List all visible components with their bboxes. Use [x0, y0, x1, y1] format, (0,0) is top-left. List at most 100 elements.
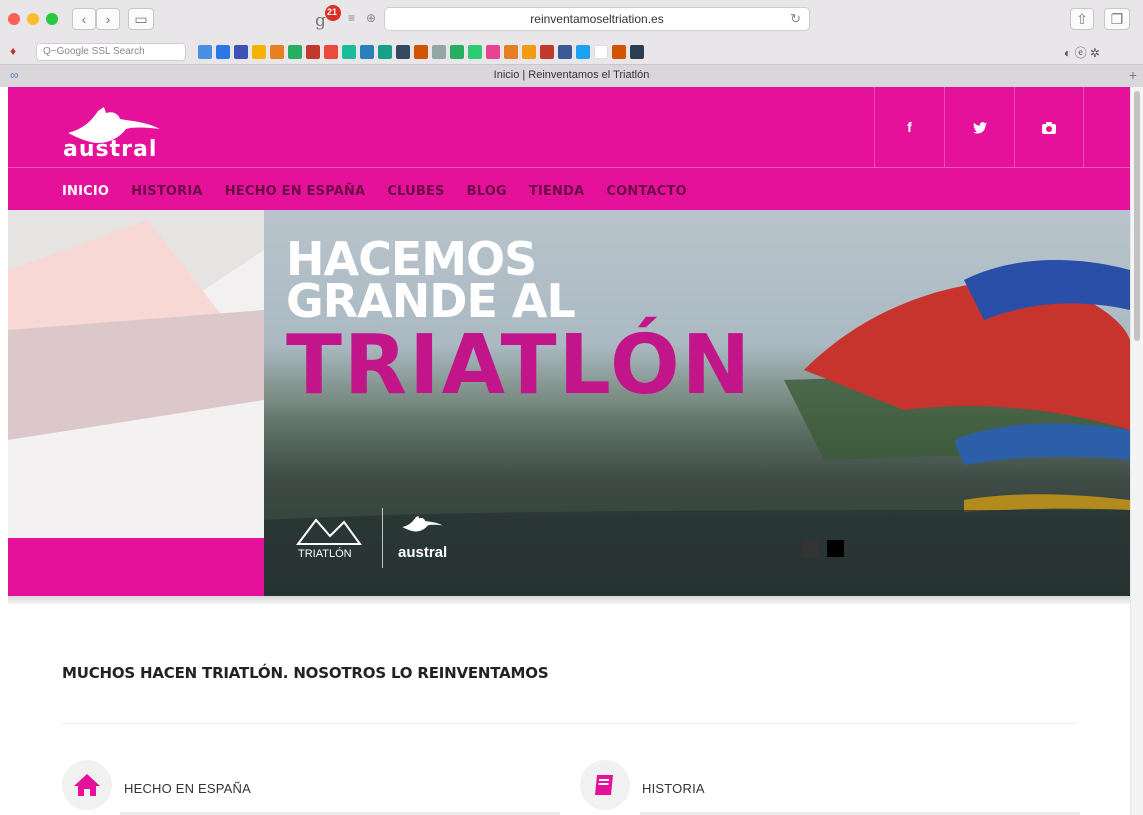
nav-clubes[interactable]: CLUBES [387, 184, 444, 199]
logo-separator [382, 508, 383, 568]
active-tab-title[interactable]: Inicio | Reinventamos el Triatlón [0, 69, 1143, 81]
reload-icon[interactable]: ↻ [790, 11, 801, 27]
bookmark-app-icon[interactable]: ♦ [10, 44, 16, 58]
bookmark-icon[interactable] [396, 45, 410, 59]
home-icon [74, 774, 100, 796]
bookmark-icon[interactable] [630, 45, 644, 59]
bookmark-icon[interactable] [252, 45, 266, 59]
browser-toolbar: ‹ › ▭ g 21 ≡ ⊕ reinventamoseltriation.es… [0, 0, 1143, 40]
camera-icon [1042, 122, 1056, 135]
federation-logo-icon [296, 518, 362, 545]
close-window-button[interactable] [8, 13, 20, 25]
bookmark-icon[interactable] [468, 45, 482, 59]
federation-logo: TRIATLÓN [294, 514, 364, 564]
logo-text[interactable]: austral [63, 137, 157, 162]
feature-icon-circle [62, 760, 112, 810]
slider-dots [802, 540, 844, 557]
url-text: reinventamoseltriation.es [530, 12, 664, 26]
hero-bottom-shadow [8, 596, 1130, 604]
address-bar[interactable]: reinventamoseltriation.es ↻ [384, 7, 810, 31]
section-title: MUCHOS HACEN TRIATLÓN. NOSOTROS LO REINV… [62, 664, 549, 682]
bookmark-icon[interactable] [234, 45, 248, 59]
hero-title-line3: TRIATLÓN [286, 318, 753, 413]
twitter-link[interactable] [944, 87, 1014, 167]
bookmark-icon[interactable] [360, 45, 374, 59]
bookmarks-bar: ♦ Q~Google SSL Search ◐ ⓔ ✲ [0, 40, 1143, 64]
site-header: austral f INICIO HISTORIA HECHO EN ESPAÑ… [8, 87, 1130, 210]
bookmark-icon[interactable] [306, 45, 320, 59]
austral-small-logo: austral [398, 514, 478, 564]
nav-inicio[interactable]: INICIO [62, 184, 109, 199]
scrollbar-thumb[interactable] [1134, 91, 1140, 341]
feature-historia[interactable]: HISTORIA [580, 760, 1040, 812]
slider-dot-1[interactable] [802, 540, 819, 557]
svg-text:g: g [315, 11, 326, 31]
page-scrollbar[interactable] [1130, 87, 1143, 815]
forward-button[interactable]: › [96, 8, 120, 30]
sidebar-icon: ▭ [134, 11, 148, 27]
extension-badge[interactable]: g 21 [313, 4, 343, 37]
tabs-overview-button[interactable]: ❐ [1104, 8, 1130, 30]
back-button[interactable]: ‹ [72, 8, 96, 30]
bookmark-icon[interactable] [594, 45, 608, 59]
zoom-window-button[interactable] [46, 13, 58, 25]
federation-logo-text: TRIATLÓN [298, 548, 352, 560]
bookmark-icon[interactable] [522, 45, 536, 59]
nav-tienda[interactable]: TIENDA [529, 184, 585, 199]
feature-hecho-en-espana[interactable]: HECHO EN ESPAÑA [62, 760, 522, 812]
sidebar-toggle-button[interactable]: ▭ [128, 8, 154, 30]
hero-slider[interactable]: HACEMOS GRANDE AL TRIATLÓN TRIATLÓN aust… [8, 210, 1130, 596]
bookmark-icon[interactable] [288, 45, 302, 59]
instagram-link[interactable] [1014, 87, 1084, 167]
austral-small-logo-text: austral [398, 544, 448, 561]
bookmark-icon[interactable] [558, 45, 572, 59]
bookmark-icon[interactable] [540, 45, 554, 59]
tab-bar: ∞ Inicio | Reinventamos el Triatlón + [0, 64, 1143, 87]
nav-blog[interactable]: BLOG [467, 184, 507, 199]
facebook-link[interactable]: f [874, 87, 944, 167]
bookmark-icon[interactable] [216, 45, 230, 59]
tabs-icon: ❐ [1110, 11, 1124, 27]
section-divider [62, 723, 1076, 724]
bookmark-icon[interactable] [324, 45, 338, 59]
extensions-area[interactable]: ◐ ⓔ ✲ [1064, 44, 1100, 61]
austral-small-logo-icon [402, 515, 443, 532]
chevron-right-icon: › [105, 11, 111, 27]
bookmark-icon[interactable] [198, 45, 212, 59]
hero-partner-logos: TRIATLÓN austral [294, 508, 484, 568]
facebook-icon: f [907, 119, 912, 135]
bookmark-icon[interactable] [576, 45, 590, 59]
hero-pink-bar [8, 538, 264, 596]
header-divider [8, 167, 1130, 168]
chevron-left-icon: ‹ [81, 11, 87, 27]
feature-label: HISTORIA [642, 781, 705, 796]
slider-dot-2[interactable] [827, 540, 844, 557]
minimize-window-button[interactable] [27, 13, 39, 25]
bookmark-icon[interactable] [432, 45, 446, 59]
decorative-shapes [8, 210, 264, 540]
bookmark-icon[interactable] [414, 45, 428, 59]
nav-hecho-en-espana[interactable]: HECHO EN ESPAÑA [225, 184, 366, 199]
reader-icon[interactable]: ≡ [348, 11, 355, 25]
bookmark-icon[interactable] [270, 45, 284, 59]
bookmark-icon[interactable] [504, 45, 518, 59]
bookmark-icon[interactable] [342, 45, 356, 59]
twitter-icon [972, 122, 987, 134]
nav-historia[interactable]: HISTORIA [131, 184, 203, 199]
feature-icon-circle [580, 760, 630, 810]
extension-badge-count: 21 [327, 7, 338, 17]
bookmark-icon[interactable] [486, 45, 500, 59]
nav-contacto[interactable]: CONTACTO [606, 184, 686, 199]
new-tab-icon[interactable]: + [1129, 67, 1137, 83]
main-nav: INICIO HISTORIA HECHO EN ESPAÑA CLUBES B… [62, 184, 687, 199]
bookmark-icon[interactable] [378, 45, 392, 59]
share-icon: ⇧ [1076, 11, 1088, 27]
browser-chrome: ‹ › ▭ g 21 ≡ ⊕ reinventamoseltriation.es… [0, 0, 1143, 87]
search-field[interactable]: Q~Google SSL Search [36, 43, 186, 61]
share-button[interactable]: ⇧ [1070, 8, 1094, 30]
feature-label: HECHO EN ESPAÑA [124, 781, 252, 796]
bookmark-icon[interactable] [450, 45, 464, 59]
hero-image: HACEMOS GRANDE AL TRIATLÓN TRIATLÓN aust… [264, 210, 1130, 596]
add-tab-icon[interactable]: ⊕ [366, 11, 376, 25]
bookmark-icon[interactable] [612, 45, 626, 59]
